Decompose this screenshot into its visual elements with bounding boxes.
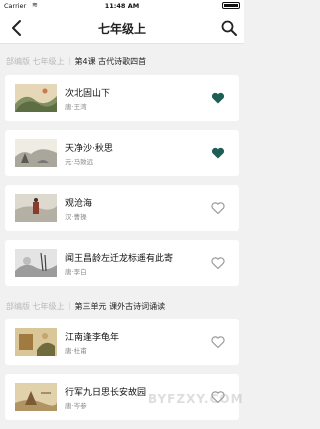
poem-author: 汉·曹操 [65,213,87,221]
poem-card[interactable]: 闻王昌龄左迁龙标遥有此寄 唐·李白 [5,240,239,286]
poem-thumbnail [15,328,57,356]
poem-author: 唐·李白 [65,268,87,276]
poem-card[interactable]: 观沧海 汉·曹操 [5,185,239,231]
page-title: 七年级上 [97,22,146,36]
heart-outline-icon[interactable] [211,335,225,349]
poem-card[interactable]: 江南逢李龟年 唐·杜甫 [5,319,239,365]
section-lesson-label: 第三单元 课外古诗词诵读 [74,302,166,311]
section-textbook-label: 部编版 七年级上 [6,302,65,311]
battery-icon [222,2,240,9]
heart-filled-icon[interactable] [211,146,225,160]
poem-thumbnail [15,139,57,167]
status-time: 11:48 AM [104,2,140,10]
poem-author: 元·马致远 [65,158,94,166]
section-header: 部编版 七年级上｜第三单元 课外古诗词诵读 [6,302,166,311]
poem-title: 行军九日思长安故园 [65,388,147,398]
poem-title: 闻王昌龄左迁龙标遥有此寄 [65,254,174,264]
section-header: 部编版 七年级上｜第4课 古代诗歌四首 [6,57,147,66]
poem-thumbnail [15,383,57,411]
poem-card[interactable]: 次北固山下 唐·王湾 [5,75,239,121]
heart-filled-icon[interactable] [211,91,225,105]
section-textbook-label: 部编版 七年级上 [6,57,65,66]
poem-author: 唐·杜甫 [65,347,87,355]
poem-author: 唐·岑参 [65,402,87,410]
status-bar: Carrier ≋ 11:48 AM [0,0,244,12]
watermark: BYFZXY.COM [148,392,244,406]
search-icon[interactable] [220,19,238,37]
poem-card[interactable]: 天净沙·秋思 元·马致远 [5,130,239,176]
heart-outline-icon[interactable] [211,201,225,215]
section-lesson-label: 第4课 古代诗歌四首 [74,57,147,66]
poem-author: 唐·王湾 [65,103,87,111]
heart-outline-icon[interactable] [211,256,225,270]
poem-title: 江南逢李龟年 [65,333,120,343]
navigation-bar: 七年级上 [0,12,244,44]
poem-thumbnail [15,194,57,222]
poem-title: 观沧海 [65,199,93,209]
poem-thumbnail [15,84,57,112]
poem-title: 次北固山下 [65,89,111,99]
poem-title: 天净沙·秋思 [65,144,113,154]
poem-thumbnail [15,249,57,277]
